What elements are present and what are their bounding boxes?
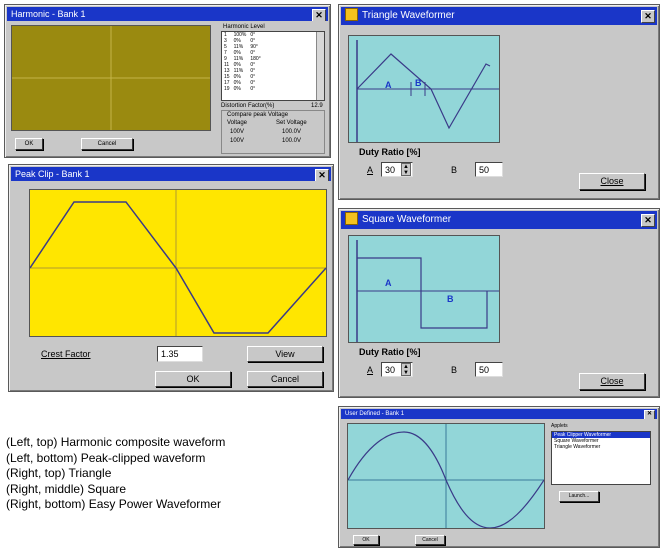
triangle-close-button[interactable]: Close xyxy=(579,173,645,190)
easy-waveformer-window: User Defined - Bank 1 ✕ Applets Peak Cli… xyxy=(338,406,660,548)
set-voltage-col-header: Set Voltage xyxy=(276,120,307,126)
easy-waveform xyxy=(347,424,545,529)
easy-titlebar[interactable]: User Defined - Bank 1 ✕ xyxy=(341,409,657,419)
compare-row-1-set: 100.0V xyxy=(282,129,302,135)
voltage-col-header: Voltage xyxy=(227,120,248,126)
launch-button[interactable]: Launch... xyxy=(559,491,599,502)
square-titlebar[interactable]: Square Waveformer ✕ xyxy=(341,211,657,229)
triangle-label-a: A xyxy=(385,80,392,90)
peak-clip-plot xyxy=(29,189,327,337)
harmonic-table[interactable]: 1 100% 0° 3 0% 0° 5 11% 90° 7 0% 0° 9 11% 180° 11 0% 0° 13… xyxy=(221,31,325,101)
harmonic-title: Harmonic - Bank 1 xyxy=(11,9,86,19)
peak-clip-titlebar[interactable]: Peak Clip - Bank 1 ✕ xyxy=(11,167,331,181)
harmonic-cancel-button[interactable]: Cancel xyxy=(81,138,133,150)
applets-header: Applets xyxy=(551,423,568,429)
square-label-b: B xyxy=(447,294,454,304)
harmonic-level-table: 1 100% 0° 3 0% 0° 5 11% 90° 7 0% 0° 9 11% 180° 11 0% 0° 13… xyxy=(222,32,263,92)
close-icon[interactable]: ✕ xyxy=(644,410,655,419)
crest-factor-input[interactable]: 1.35 xyxy=(157,346,203,362)
triangle-window: Triangle Waveformer ✕ A B Duty Ratio [%]… xyxy=(338,4,660,200)
close-icon[interactable]: ✕ xyxy=(312,9,326,21)
app-icon xyxy=(345,211,358,225)
compare-row-2-set: 100.0V xyxy=(282,138,302,144)
distortion-label: Distortion Factor(%) xyxy=(221,103,275,109)
caption-line: (Right, bottom) Easy Power Waveformer xyxy=(6,497,221,511)
compare-voltage-box: Compare peak Voltage Voltage Set Voltage… xyxy=(221,110,325,154)
table-cell: 19 xyxy=(224,86,230,92)
peak-clip-waveform xyxy=(29,190,327,336)
triangle-a-label: A xyxy=(367,165,374,175)
applet-item-triangle[interactable]: Triangle Waveformer xyxy=(552,444,650,450)
square-a-stepper[interactable]: ▲ ▼ xyxy=(401,363,411,376)
close-icon[interactable]: ✕ xyxy=(641,214,655,227)
square-label-a: A xyxy=(385,278,392,288)
square-title: Square Waveformer xyxy=(362,214,452,225)
triangle-b-input[interactable]: 50 xyxy=(475,162,503,177)
table-cell: 0% xyxy=(233,86,241,92)
square-b-input[interactable]: 50 xyxy=(475,362,503,377)
square-a-label: A xyxy=(367,365,374,375)
compare-row-2-voltage: 100V xyxy=(230,138,245,144)
distortion-value: 12.9 xyxy=(311,103,323,109)
harmonic-table-header: Harmonic Level xyxy=(223,24,265,30)
square-waveform xyxy=(356,240,499,342)
close-icon[interactable]: ✕ xyxy=(315,169,329,181)
peak-clip-ok-button[interactable]: OK xyxy=(155,371,231,387)
triangle-plot: A B xyxy=(348,35,500,143)
triangle-duty-label: Duty Ratio [%] xyxy=(359,147,421,157)
close-icon[interactable]: ✕ xyxy=(641,10,655,23)
compare-voltage-header: Compare peak Voltage xyxy=(227,112,289,118)
easy-title: User Defined - Bank 1 xyxy=(345,411,405,417)
triangle-label-b: B xyxy=(415,78,422,88)
triangle-waveform xyxy=(356,40,499,142)
harmonic-titlebar[interactable]: Harmonic - Bank 1 ✕ xyxy=(7,7,328,21)
peak-clip-cancel-button[interactable]: Cancel xyxy=(247,371,323,387)
table-cell: 0° xyxy=(250,86,256,92)
app-icon xyxy=(345,7,358,21)
applets-listbox[interactable]: Peak Clipper Waveformer Square Waveforme… xyxy=(551,431,651,485)
crest-factor-label: Crest Factor xyxy=(41,349,91,359)
caption-line: (Left, bottom) Peak-clipped waveform xyxy=(6,450,206,465)
caption-line: (Left, top) Harmonic composite waveform xyxy=(6,435,226,449)
caption-line: (Right, top) Triangle xyxy=(6,466,112,480)
triangle-a-stepper[interactable]: ▲ ▼ xyxy=(401,163,411,176)
harmonic-scrollbar[interactable] xyxy=(316,32,324,100)
peak-clip-window: Peak Clip - Bank 1 ✕ Crest Factor 1.35 V… xyxy=(8,164,334,392)
figure-captions: (Left, top) Harmonic composite waveform … xyxy=(6,435,225,513)
square-plot: A B xyxy=(348,235,500,343)
easy-plot xyxy=(347,423,545,529)
harmonic-window: Harmonic - Bank 1 ✕ Harmonic Level 1 100%… xyxy=(4,4,331,158)
square-b-label: B xyxy=(451,365,458,375)
easy-ok-button[interactable]: OK xyxy=(353,535,379,545)
harmonic-plot-grid xyxy=(12,26,210,130)
harmonic-plot xyxy=(11,25,211,131)
square-duty-label: Duty Ratio [%] xyxy=(359,347,421,357)
compare-row-1-voltage: 100V xyxy=(230,129,245,135)
triangle-title: Triangle Waveformer xyxy=(362,10,455,21)
triangle-titlebar[interactable]: Triangle Waveformer ✕ xyxy=(341,7,657,25)
peak-clip-title: Peak Clip - Bank 1 xyxy=(15,169,90,179)
triangle-b-label: B xyxy=(451,165,458,175)
table-row[interactable]: 19 0% 0° xyxy=(222,86,263,92)
harmonic-ok-button[interactable]: OK xyxy=(15,138,43,150)
easy-cancel-button[interactable]: Cancel xyxy=(415,535,445,545)
caption-line: (Right, middle) Square xyxy=(6,481,127,496)
square-window: Square Waveformer ✕ A B Duty Ratio [%] A… xyxy=(338,208,660,398)
view-button[interactable]: View xyxy=(247,346,323,362)
square-close-button[interactable]: Close xyxy=(579,373,645,390)
